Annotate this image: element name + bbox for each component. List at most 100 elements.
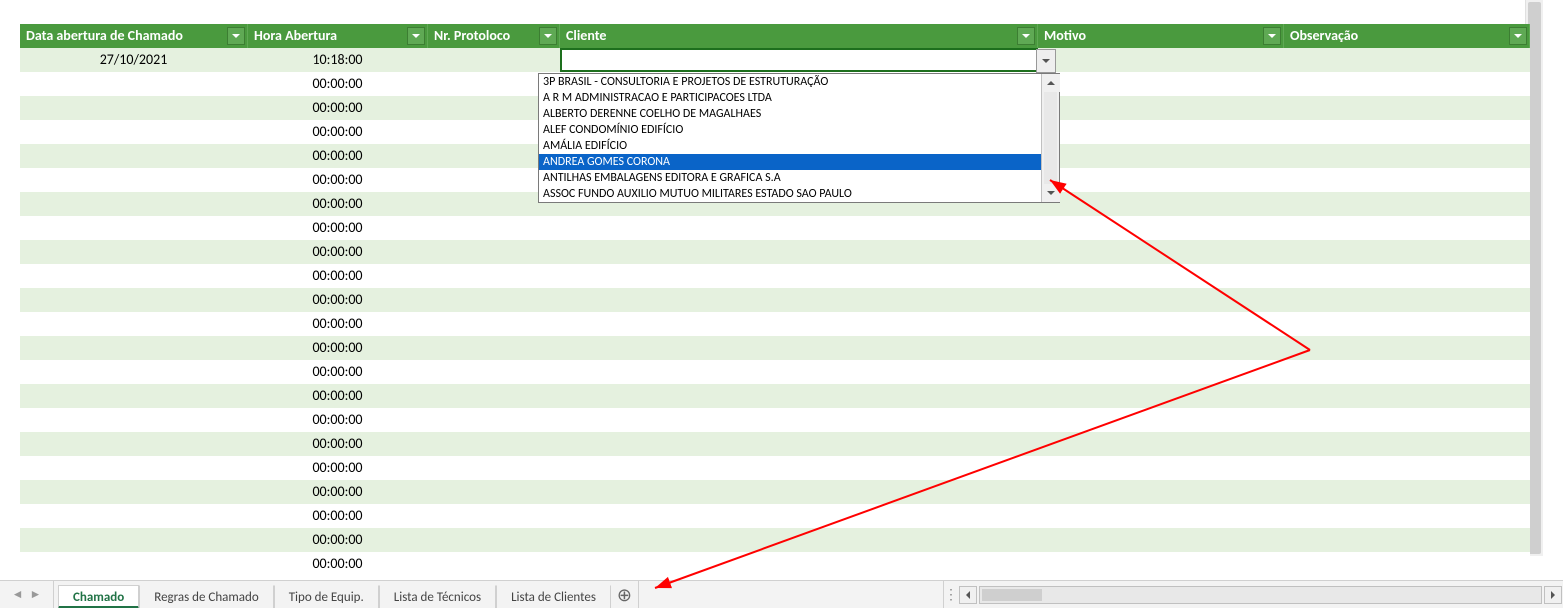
table-cell[interactable] (560, 240, 1038, 264)
table-cell[interactable]: 00:00:00 (248, 144, 428, 168)
table-cell[interactable] (428, 456, 560, 480)
table-cell[interactable]: 00:00:00 (248, 192, 428, 216)
table-row[interactable]: 00:00:00 (20, 528, 1530, 552)
table-cell[interactable] (1284, 72, 1530, 96)
table-cell[interactable]: 00:00:00 (248, 408, 428, 432)
table-cell[interactable] (1284, 120, 1530, 144)
table-cell[interactable] (20, 384, 248, 408)
table-cell[interactable] (428, 288, 560, 312)
table-cell[interactable] (560, 528, 1038, 552)
table-cell[interactable] (20, 120, 248, 144)
table-cell[interactable] (1284, 48, 1530, 72)
table-cell[interactable] (20, 360, 248, 384)
table-cell[interactable] (20, 264, 248, 288)
table-cell[interactable] (1038, 288, 1284, 312)
table-cell[interactable] (1038, 240, 1284, 264)
table-cell[interactable] (1284, 432, 1530, 456)
table-cell[interactable]: 00:00:00 (248, 552, 428, 576)
table-row[interactable]: 00:00:00 (20, 384, 1530, 408)
table-cell[interactable] (1284, 384, 1530, 408)
table-cell[interactable] (1038, 264, 1284, 288)
table-cell[interactable] (1038, 312, 1284, 336)
col-header-data-abertura[interactable]: Data abertura de Chamado (20, 24, 248, 48)
table-cell[interactable] (1038, 432, 1284, 456)
table-cell[interactable] (1284, 96, 1530, 120)
horizontal-scrollbar-track[interactable] (979, 586, 1542, 604)
table-cell[interactable] (1038, 408, 1284, 432)
table-row[interactable]: 00:00:00 (20, 504, 1530, 528)
table-cell[interactable]: 00:00:00 (248, 96, 428, 120)
table-cell[interactable]: 00:00:00 (248, 456, 428, 480)
table-cell[interactable] (1038, 72, 1284, 96)
table-cell[interactable] (1284, 408, 1530, 432)
table-cell[interactable] (1284, 312, 1530, 336)
table-row[interactable]: 00:00:00 (20, 480, 1530, 504)
table-cell[interactable]: 00:00:00 (248, 432, 428, 456)
scroll-right-icon[interactable] (1544, 586, 1562, 604)
scroll-left-icon[interactable] (959, 586, 977, 604)
table-cell[interactable] (428, 384, 560, 408)
table-cell[interactable] (20, 240, 248, 264)
dropdown-item[interactable]: 3P BRASIL - CONSULTORIA E PROJETOS DE ES… (539, 74, 1041, 90)
table-cell[interactable] (20, 552, 248, 576)
sheet-tab[interactable]: Regras de Chamado (139, 585, 273, 608)
table-cell[interactable] (1038, 336, 1284, 360)
table-cell[interactable] (20, 216, 248, 240)
sheet-tab[interactable]: Lista de Clientes (496, 585, 611, 608)
table-cell[interactable] (428, 408, 560, 432)
table-cell[interactable]: 00:00:00 (248, 216, 428, 240)
table-cell[interactable] (1284, 216, 1530, 240)
dropdown-item[interactable]: ALBERTO DERENNE COELHO DE MAGALHAES (539, 106, 1041, 122)
scrollbar-splitter-icon[interactable]: ⋮ (944, 586, 958, 603)
table-cell[interactable] (20, 504, 248, 528)
table-cell[interactable] (428, 360, 560, 384)
dropdown-item[interactable]: ASSOC FUNDO AUXILIO MUTUO MILITARES ESTA… (539, 186, 1041, 202)
table-row[interactable]: 00:00:00 (20, 408, 1530, 432)
table-cell[interactable] (20, 192, 248, 216)
table-cell[interactable] (428, 432, 560, 456)
table-cell[interactable] (1284, 360, 1530, 384)
table-row[interactable]: 00:00:00 (20, 240, 1530, 264)
table-cell[interactable] (20, 480, 248, 504)
table-cell[interactable] (1038, 528, 1284, 552)
table-cell[interactable] (1284, 480, 1530, 504)
table-row[interactable]: 00:00:00 (20, 264, 1530, 288)
sheet-tab[interactable]: Lista de Técnicos (379, 585, 496, 608)
table-cell[interactable] (1038, 552, 1284, 576)
filter-button[interactable] (1017, 27, 1035, 45)
data-validation-dropdown-list[interactable]: 3P BRASIL - CONSULTORIA E PROJETOS DE ES… (538, 73, 1060, 203)
table-cell[interactable] (20, 432, 248, 456)
col-header-cliente[interactable]: Cliente (560, 24, 1038, 48)
filter-button[interactable] (1263, 27, 1281, 45)
table-cell[interactable] (428, 504, 560, 528)
table-cell[interactable]: 00:00:00 (248, 360, 428, 384)
table-cell[interactable] (20, 96, 248, 120)
table-row[interactable]: 00:00:00 (20, 432, 1530, 456)
table-cell[interactable] (560, 480, 1038, 504)
table-cell[interactable] (1284, 264, 1530, 288)
table-cell[interactable] (1038, 216, 1284, 240)
table-cell[interactable] (1038, 96, 1284, 120)
table-cell[interactable]: 00:00:00 (248, 264, 428, 288)
dropdown-item[interactable]: ANDREA GOMES CORONA (539, 154, 1041, 170)
table-cell[interactable] (1284, 192, 1530, 216)
table-cell[interactable]: 00:00:00 (248, 504, 428, 528)
table-cell[interactable] (560, 288, 1038, 312)
table-cell[interactable] (20, 336, 248, 360)
scroll-up-icon[interactable] (1042, 74, 1060, 92)
table-row[interactable]: 00:00:00 (20, 552, 1530, 576)
dropdown-item[interactable]: ALEF CONDOMÍNIO EDIFÍCIO (539, 122, 1041, 138)
col-header-nr-protoloco[interactable]: Nr. Protoloco (428, 24, 560, 48)
horizontal-scrollbar[interactable]: ⋮ (943, 581, 1563, 608)
table-cell[interactable] (560, 360, 1038, 384)
table-cell[interactable] (1038, 168, 1284, 192)
tab-nav-next-icon[interactable]: ► (30, 587, 42, 602)
table-cell[interactable] (1038, 192, 1284, 216)
table-cell[interactable] (20, 408, 248, 432)
table-cell[interactable] (1284, 456, 1530, 480)
table-cell[interactable]: 10:18:00 (248, 48, 428, 72)
table-cell[interactable] (428, 216, 560, 240)
filter-button[interactable] (1509, 27, 1527, 45)
table-cell[interactable] (20, 456, 248, 480)
scroll-down-icon[interactable] (1042, 184, 1060, 202)
